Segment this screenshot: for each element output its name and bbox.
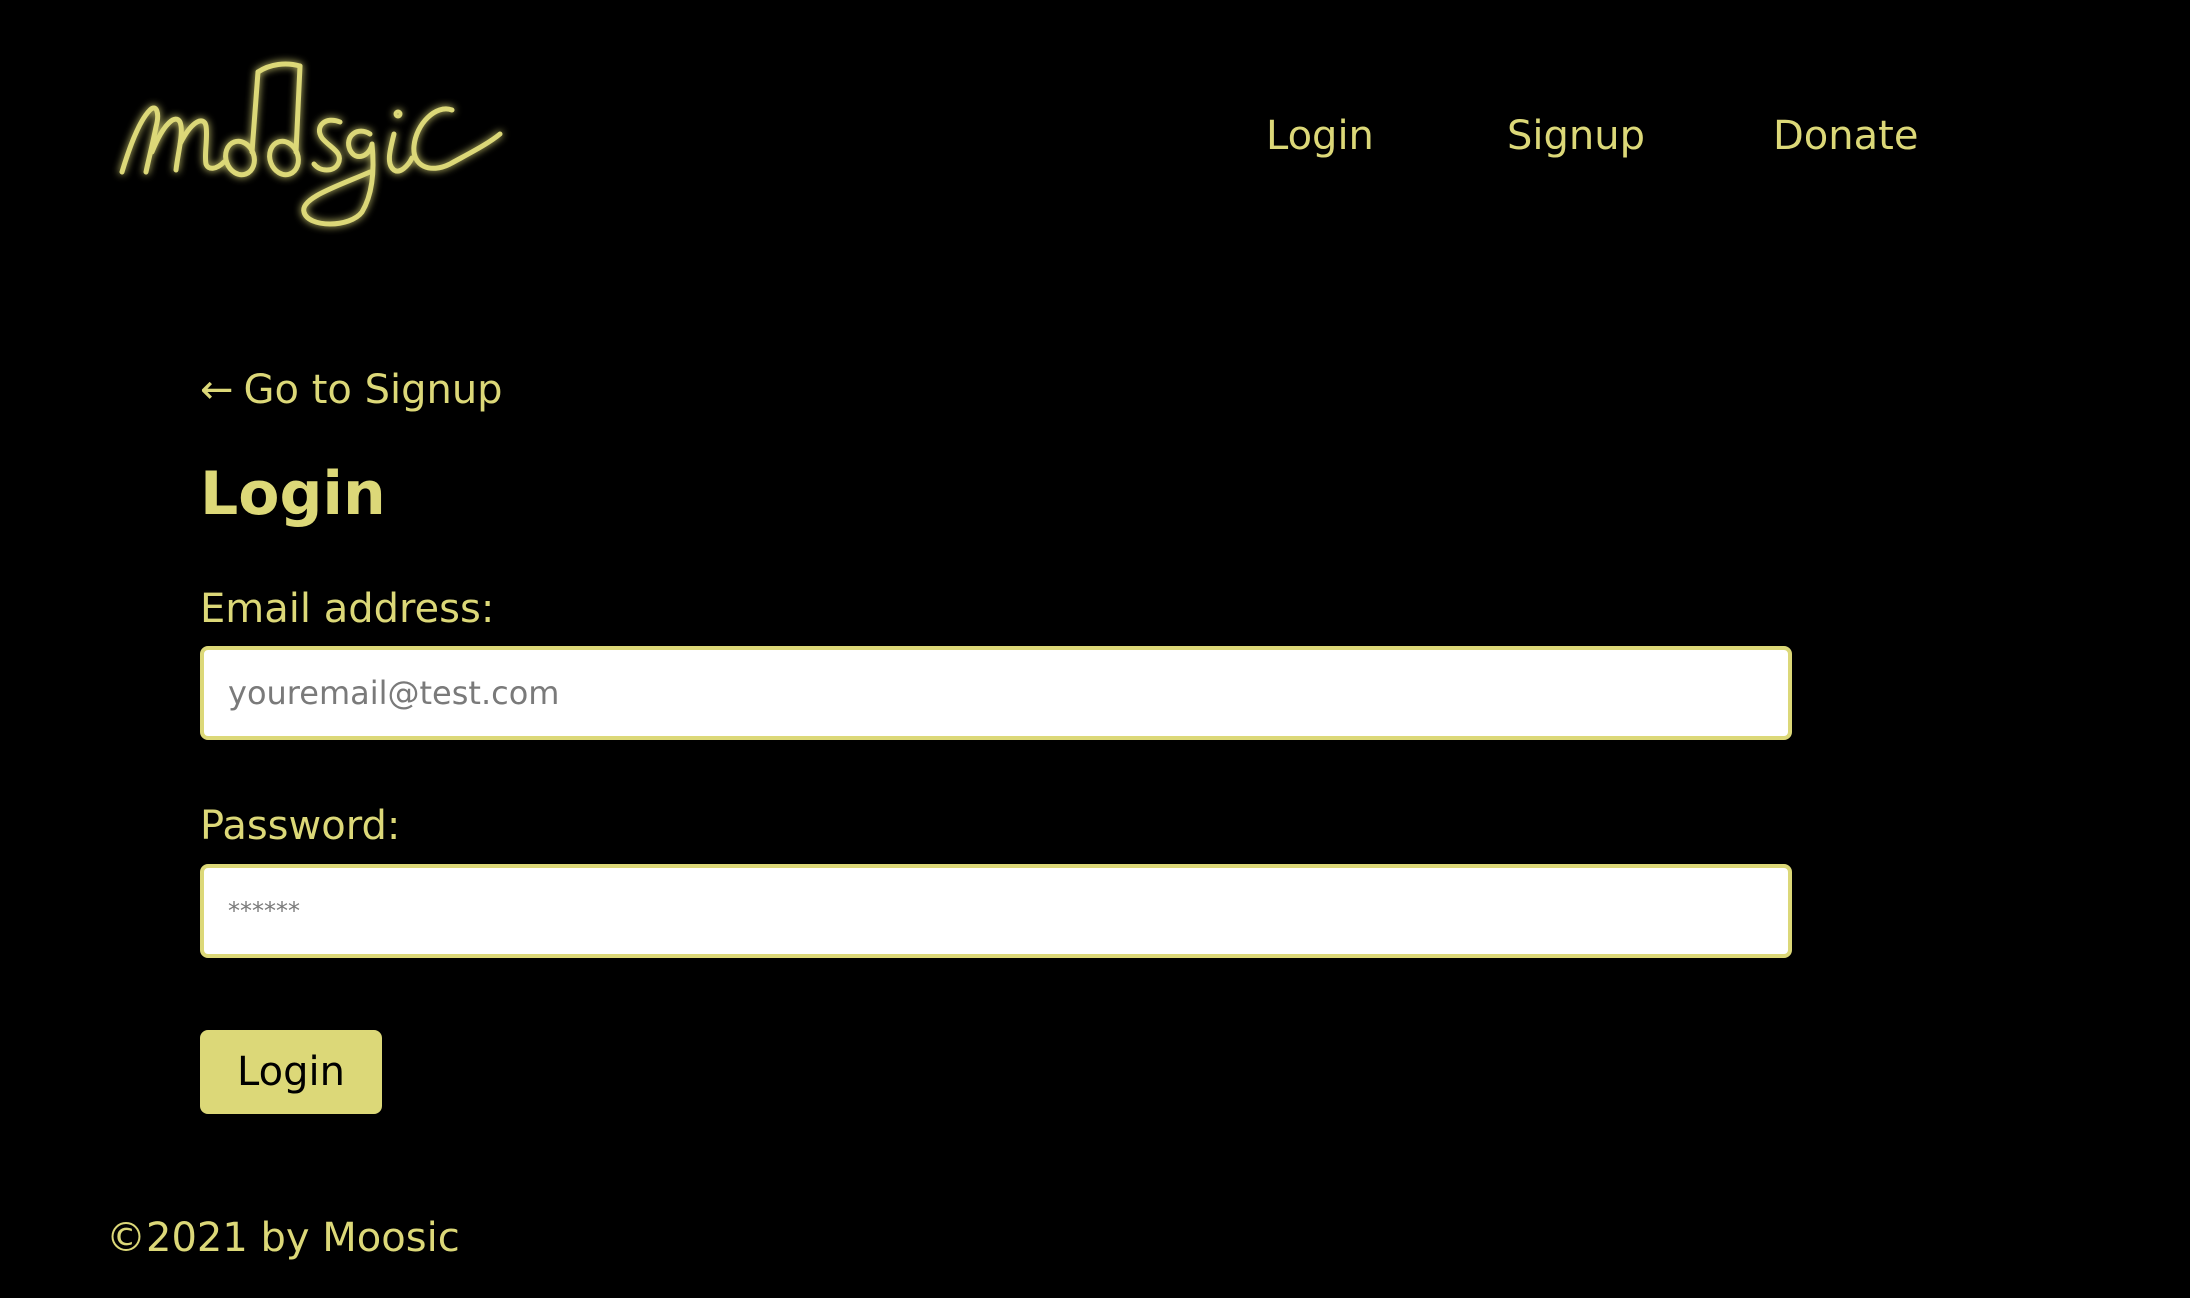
page-title: Login xyxy=(200,459,386,529)
password-input[interactable] xyxy=(200,864,1792,958)
go-to-signup-link[interactable]: ← Go to Signup xyxy=(200,364,503,416)
nav-signup-link[interactable]: Signup xyxy=(1507,110,1645,162)
login-submit-button[interactable]: Login xyxy=(200,1030,382,1114)
email-input[interactable] xyxy=(200,646,1792,740)
nav-donate-link[interactable]: Donate xyxy=(1773,110,1918,162)
nav-login-link[interactable]: Login xyxy=(1266,110,1374,162)
arrow-left-icon: ← xyxy=(200,367,234,413)
password-label: Password: xyxy=(200,803,401,849)
logo[interactable] xyxy=(108,52,558,242)
logo-music-note-icon xyxy=(119,61,503,227)
email-label: Email address: xyxy=(200,586,495,632)
go-to-signup-label: Go to Signup xyxy=(243,367,503,413)
footer-copyright: ©2021 by Moosic xyxy=(106,1215,460,1261)
